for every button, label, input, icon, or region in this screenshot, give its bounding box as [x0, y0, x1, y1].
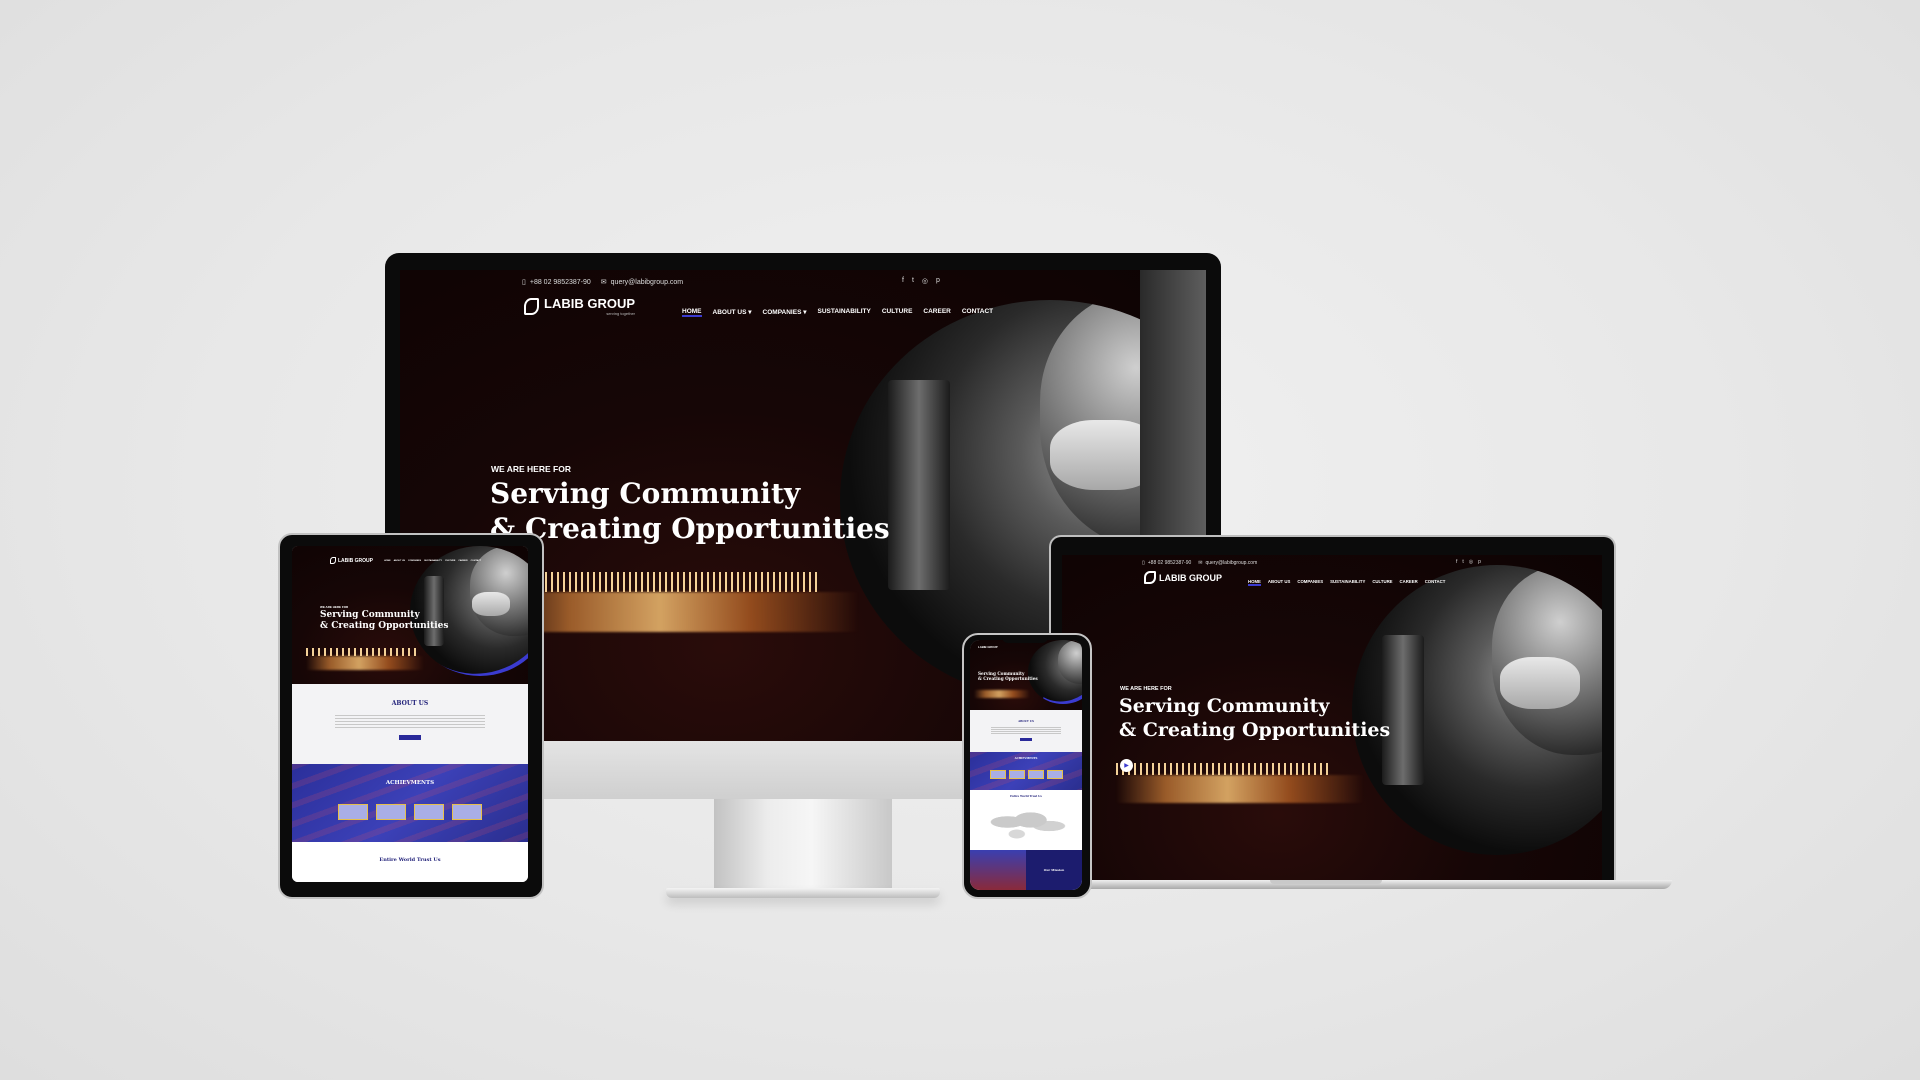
hero-headline: Serving Community & Creating Opportuniti… — [978, 671, 1038, 682]
topbar: ▯ +88 02 9852387-90 ✉ query@labibgroup.c… — [522, 278, 683, 287]
nav-career[interactable]: CAREER — [923, 308, 950, 317]
twitter-icon[interactable]: t — [1462, 559, 1463, 565]
hero-city-lights — [496, 572, 820, 592]
about-section: ABOUT US — [292, 684, 528, 764]
social-links: f t ◎ p — [902, 277, 940, 285]
trust-section: Entire World Trust Us — [970, 790, 1082, 850]
social-links: f t ◎ p — [1456, 559, 1481, 565]
achievements-section: ACHIEVMENTS — [970, 752, 1082, 790]
twitter-icon[interactable]: t — [912, 277, 914, 285]
site-logo[interactable]: LABIB GROUP — [978, 645, 998, 649]
tablet-hero: LABIB GROUP HOME ABOUT US COMPANIES SUST… — [292, 546, 528, 684]
phone-website: LABIB GROUP Serving Community & Creating… — [970, 640, 1082, 890]
main-nav: HOME ABOUT US COMPANIES SUSTAINABILITY C… — [1248, 579, 1446, 586]
mission-image — [970, 850, 1026, 890]
hero-eyebrow: WE ARE HERE FOR — [491, 464, 571, 474]
nav-sustainability[interactable]: SUSTAINABILITY — [818, 308, 871, 317]
chevron-down-icon: ▾ — [801, 309, 807, 316]
about-title: ABOUT US — [391, 700, 429, 707]
achievement-box — [338, 804, 368, 820]
site-logo[interactable]: LABIB GROUP serving together — [524, 296, 635, 316]
monitor-stand-neck — [714, 799, 892, 891]
nav-about-us[interactable]: ABOUT US ▾ — [713, 308, 752, 317]
instagram-icon[interactable]: ◎ — [922, 277, 928, 285]
main-nav: HOME ABOUT US ▾ COMPANIES ▾ SUSTAINABILI… — [682, 308, 993, 317]
tablet-website: LABIB GROUP HOME ABOUT US COMPANIES SUST… — [292, 546, 528, 882]
read-more-button[interactable] — [399, 735, 421, 740]
instagram-icon[interactable]: ◎ — [1469, 559, 1473, 565]
topbar: ▯ +88 02 9852387-90 ✉ query@labibgroup.c… — [1142, 560, 1258, 566]
main-nav: HOME ABOUT US COMPANIES SUSTAINABILITY C… — [384, 560, 482, 562]
monitor-stand-base — [666, 888, 940, 898]
phone-notch — [1002, 636, 1048, 643]
site-logo[interactable]: LABIB GROUP — [1144, 571, 1222, 584]
hero-headline: Serving Community & Creating Opportuniti… — [490, 477, 890, 545]
laptop-notch — [1270, 880, 1382, 884]
mail-icon: ✉ — [600, 279, 607, 286]
nav-home[interactable]: HOME — [682, 308, 702, 317]
hero-headline: Serving Community & Creating Opportuniti… — [1119, 695, 1391, 741]
chevron-down-icon: ▾ — [746, 309, 752, 316]
achievement-box — [376, 804, 406, 820]
topbar-email[interactable]: query@labibgroup.com — [611, 279, 683, 286]
nav-companies[interactable]: COMPANIES ▾ — [763, 308, 807, 317]
site-logo[interactable]: LABIB GROUP — [330, 557, 373, 564]
laptop-screen: ▯ +88 02 9852387-90 ✉ query@labibgroup.c… — [1062, 555, 1602, 880]
tablet-screen: LABIB GROUP HOME ABOUT US COMPANIES SUST… — [292, 546, 528, 882]
hero-water-reflection — [496, 592, 860, 632]
logo-mark-icon — [1144, 571, 1156, 584]
nav-culture[interactable]: CULTURE — [882, 308, 913, 317]
trust-title: Entire World Trust Us — [379, 857, 441, 863]
pinterest-icon[interactable]: p — [1478, 559, 1481, 565]
trust-section: Entire World Trust Us — [292, 842, 528, 882]
logo-mark-icon — [524, 297, 539, 315]
achievements-section: ACHIEVMENTS — [292, 764, 528, 842]
achievement-box — [452, 804, 482, 820]
laptop-website: ▯ +88 02 9852387-90 ✉ query@labibgroup.c… — [1062, 555, 1602, 880]
hero-eyebrow: WE ARE HERE FOR — [320, 605, 349, 609]
pinterest-icon[interactable]: p — [936, 277, 940, 285]
phone-icon: ▯ — [1142, 560, 1145, 566]
facebook-icon[interactable]: f — [1456, 559, 1457, 565]
hero-tool — [888, 380, 950, 590]
achievement-box — [414, 804, 444, 820]
play-button[interactable]: ▶ — [1120, 759, 1133, 772]
world-map — [980, 804, 1072, 844]
achievements-title: ACHIEVMENTS — [385, 780, 435, 786]
facebook-icon[interactable]: f — [902, 277, 904, 285]
hero-headline: Serving Community & Creating Opportuniti… — [320, 610, 449, 632]
topbar-phone[interactable]: +88 02 9852387-90 — [530, 279, 591, 286]
mission-section: Our Mission — [1026, 850, 1082, 890]
phone-hero: LABIB GROUP Serving Community & Creating… — [970, 640, 1082, 710]
about-section: ABOUT US — [970, 710, 1082, 752]
phone-icon: ▯ — [522, 279, 526, 286]
hero-eyebrow: WE ARE HERE FOR — [1120, 686, 1172, 692]
phone-screen: LABIB GROUP Serving Community & Creating… — [970, 640, 1082, 890]
mail-icon: ✉ — [1198, 560, 1203, 566]
nav-contact[interactable]: CONTACT — [962, 308, 993, 317]
